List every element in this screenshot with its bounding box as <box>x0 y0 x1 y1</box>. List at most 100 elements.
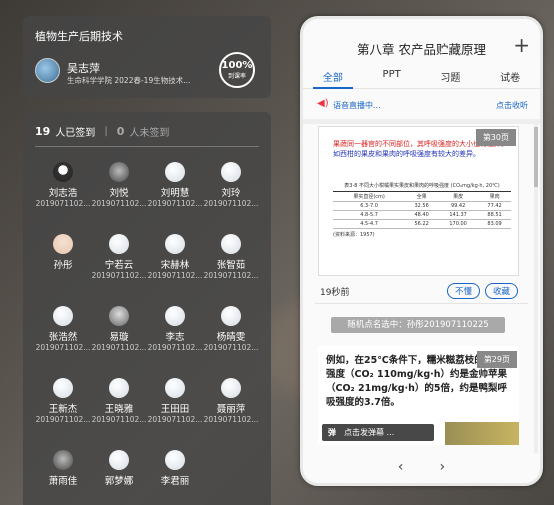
signed-label: 人已签到 <box>55 128 96 139</box>
student-item[interactable]: 王晓雅 2019071102... <box>91 378 147 424</box>
page-number-badge: 第30页 <box>475 129 516 146</box>
favorite-button[interactable]: 收藏 <box>485 283 519 299</box>
table-cell: 4.8-5.7 <box>333 210 406 220</box>
student-item[interactable]: 杨晴雯 2019071102... <box>203 306 259 352</box>
phone-preview: 第八章 农产品贮藏原理 + 全部 PPT 习题 试卷 ◀) 语音直播中... 点… <box>300 16 543 486</box>
student-item[interactable]: 刘玲 2019071102... <box>203 162 259 208</box>
unsigned-label: 人未签到 <box>129 128 170 139</box>
danmu-placeholder: 点击发弹幕 ... <box>344 428 395 437</box>
student-item[interactable]: 刘明慧 2019071102... <box>147 162 203 208</box>
student-avatar <box>165 162 185 182</box>
table-header: 果肉 <box>478 191 511 202</box>
student-id: 2019071102... <box>147 271 203 280</box>
scrollbar-thumb[interactable] <box>534 127 538 187</box>
table-cell: 170.00 <box>438 219 479 229</box>
tab-exercises[interactable]: 习题 <box>440 67 460 88</box>
student-avatar <box>53 450 73 470</box>
slide-table-caption: 表3-8 不同大小柑橘果实果皮和果肉的呼吸强度 (CO₂mg/kg·h, 20℃… <box>344 183 500 189</box>
student-avatar <box>109 162 129 182</box>
unsigned-count: 0 <box>116 125 125 138</box>
student-item[interactable]: 郭梦娜 <box>91 450 147 487</box>
tab-exam[interactable]: 试卷 <box>500 67 520 88</box>
student-id: 2019071102... <box>35 199 91 208</box>
student-avatar <box>165 234 185 254</box>
tab-ppt[interactable]: PPT <box>383 67 401 88</box>
student-id: 2019071102... <box>91 343 147 352</box>
student-item[interactable]: 刘悦 2019071102... <box>91 162 147 208</box>
student-item[interactable]: 易璇 2019071102... <box>91 306 147 352</box>
student-item[interactable]: 孙彤 <box>35 234 91 271</box>
student-name: 宋赫林 <box>160 260 190 271</box>
student-id: 2019071102... <box>203 343 259 352</box>
table-cell: 32.56 <box>405 201 439 211</box>
student-item[interactable]: 萧雨佳 <box>35 450 91 487</box>
feed-divider <box>315 303 528 304</box>
student-name: 孙彤 <box>53 260 73 271</box>
student-avatar <box>53 378 73 398</box>
course-title: 植物生产后期技术 <box>35 30 123 43</box>
student-avatar <box>109 234 129 254</box>
content-tabs: 全部 PPT 习题 试卷 <box>303 67 540 89</box>
student-item[interactable]: 王新杰 2019071102... <box>35 378 91 424</box>
voice-live-bar[interactable]: ◀) 语音直播中... 点击收听 <box>311 97 532 115</box>
plus-icon[interactable]: + <box>513 33 530 57</box>
summary-separator: | <box>104 126 108 137</box>
random-pick-notice: 随机点名选中：孙彤201907110225 <box>331 317 505 333</box>
student-name: 萧雨佳 <box>48 476 78 487</box>
student-avatar <box>109 378 129 398</box>
student-id: 2019071102... <box>35 343 91 352</box>
attendance-rate-value: 100% <box>221 60 253 71</box>
summary-divider <box>35 146 259 147</box>
course-card: 植物生产后期技术 吴志萍 生命科学学院 2022春-19生物技术... 100%… <box>23 16 271 98</box>
student-id: 2019071102... <box>203 271 259 280</box>
attendance-rate-label: 到课率 <box>227 73 246 80</box>
danmu-input[interactable]: 弹点击发弹幕 ... <box>322 424 434 441</box>
student-name: 王田田 <box>160 404 190 415</box>
tab-all[interactable]: 全部 <box>312 67 353 89</box>
table-header-row: 果实直径(cm) 全果 果皮 果肉 <box>333 191 511 202</box>
ppt-slide-card[interactable]: 果蔬同一器官的不同部位，其呼吸强度的大小也有差异。如西柑的果皮和果肉的呼吸强度有… <box>318 126 519 276</box>
slide-text-blue: 如西柑的果皮和果肉的呼吸强度有较大的差异。 <box>333 150 480 158</box>
table-cell: 99.42 <box>438 201 479 211</box>
student-item[interactable]: 李志 2019071102... <box>147 306 203 352</box>
table-source-note: (资料来源：1957) <box>333 232 375 238</box>
student-avatar <box>221 378 241 398</box>
next-arrow-icon[interactable]: › <box>440 459 446 483</box>
unclear-button[interactable]: 不懂 <box>447 283 481 299</box>
student-avatar <box>109 306 129 326</box>
page-number-badge: 第29页 <box>476 351 517 368</box>
scrollbar[interactable] <box>534 123 538 453</box>
student-name: 杨晴雯 <box>216 332 246 343</box>
slide-image <box>445 422 519 445</box>
student-item[interactable]: 宁若云 2019071102... <box>91 234 147 280</box>
student-avatar <box>165 306 185 326</box>
student-item[interactable]: 张智茹 2019071102... <box>203 234 259 280</box>
student-name: 张智茹 <box>216 260 246 271</box>
student-id: 2019071102... <box>147 199 203 208</box>
student-name: 刘明慧 <box>160 188 190 199</box>
student-item[interactable]: 聂丽萍 2019071102... <box>203 378 259 424</box>
danmu-icon: 弹 <box>328 428 336 437</box>
teacher-name: 吴志萍 <box>67 62 100 75</box>
student-item[interactable]: 宋赫林 2019071102... <box>147 234 203 280</box>
prev-arrow-icon[interactable]: ‹ <box>398 459 404 483</box>
teacher-avatar <box>35 58 60 83</box>
student-item[interactable]: 李君丽 <box>147 450 203 487</box>
table-header: 果皮 <box>438 191 479 202</box>
ppt-slide-card[interactable]: 例如，在25℃条件下，糯米糍荔枝的呼吸强度（CO₂ 110mg/kg·h）约是金… <box>318 346 519 445</box>
student-name: 刘志浩 <box>48 188 78 199</box>
signin-summary: 19 人已签到 | 0 人未签到 <box>35 124 169 139</box>
student-item[interactable]: 王田田 2019071102... <box>147 378 203 424</box>
student-item[interactable]: 张浩然 2019071102... <box>35 306 91 352</box>
speaker-icon: ◀) <box>317 98 329 109</box>
student-id: 2019071102... <box>147 415 203 424</box>
student-avatar <box>221 234 241 254</box>
listen-button[interactable]: 点击收听 <box>496 100 528 111</box>
table-cell: 4.5-4.7 <box>333 219 406 229</box>
student-item[interactable]: 刘志浩 2019071102... <box>35 162 91 208</box>
table-header: 果实直径(cm) <box>333 191 406 202</box>
student-avatar <box>53 234 73 254</box>
teacher-department: 生命科学学院 2022春-19生物技术... <box>67 76 191 85</box>
table-cell: 77.42 <box>478 201 511 211</box>
table-cell: 56.22 <box>405 219 439 229</box>
